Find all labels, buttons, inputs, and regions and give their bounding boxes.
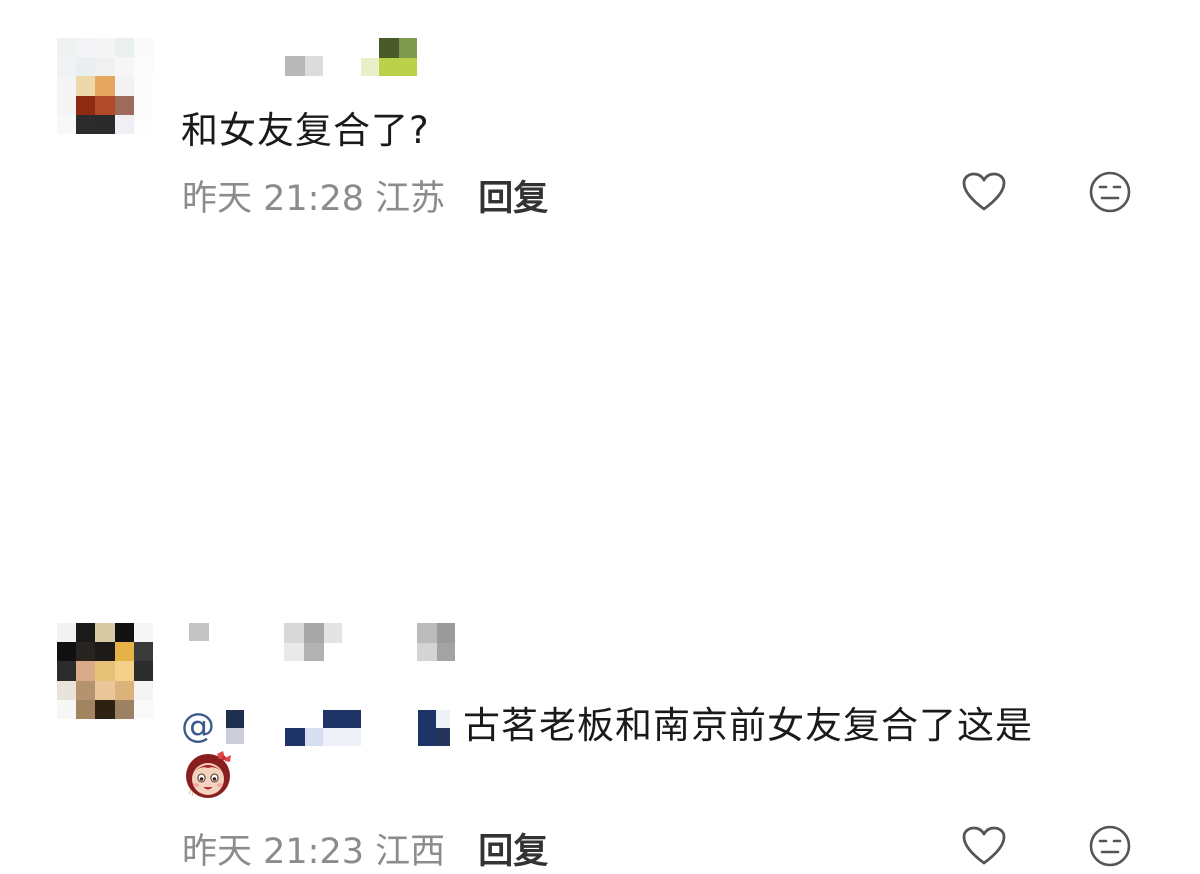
comment-item: @ 古茗老板和南京前女友复合了这是 昨天 21:23 江西 回复 bbox=[0, 300, 1200, 872]
comment-meta: 昨天 21:23 江西 回复 bbox=[182, 823, 548, 874]
mention-at-sign: @ bbox=[181, 705, 216, 746]
mention[interactable]: @ bbox=[181, 706, 463, 750]
comment-body: 古茗老板和南京前女友复合了这是 bbox=[463, 704, 1033, 747]
heart-outline-icon[interactable] bbox=[961, 825, 1007, 867]
timestamp: 昨天 21:28 bbox=[182, 179, 364, 219]
reply-button[interactable]: 回复 bbox=[478, 179, 548, 219]
avatar[interactable] bbox=[57, 38, 153, 134]
comment-meta: 昨天 21:28 江苏 回复 bbox=[182, 170, 548, 221]
girl-face-emoji bbox=[181, 748, 235, 800]
reply-button[interactable]: 回复 bbox=[478, 832, 548, 872]
heart-outline-icon[interactable] bbox=[961, 171, 1007, 213]
avatar[interactable] bbox=[57, 623, 153, 719]
comment-text: @ 古茗老板和南京前女友复合了这是 bbox=[181, 695, 1033, 750]
location: 江苏 bbox=[375, 179, 446, 219]
meh-face-icon[interactable] bbox=[1088, 824, 1132, 868]
timestamp: 昨天 21:23 bbox=[182, 832, 364, 872]
comment-item: 和女友复合了? 昨天 21:28 江苏 回复 bbox=[0, 0, 1200, 250]
meh-face-icon[interactable] bbox=[1088, 170, 1132, 214]
comment-text: 和女友复合了? bbox=[181, 109, 430, 152]
location: 江西 bbox=[375, 832, 446, 872]
